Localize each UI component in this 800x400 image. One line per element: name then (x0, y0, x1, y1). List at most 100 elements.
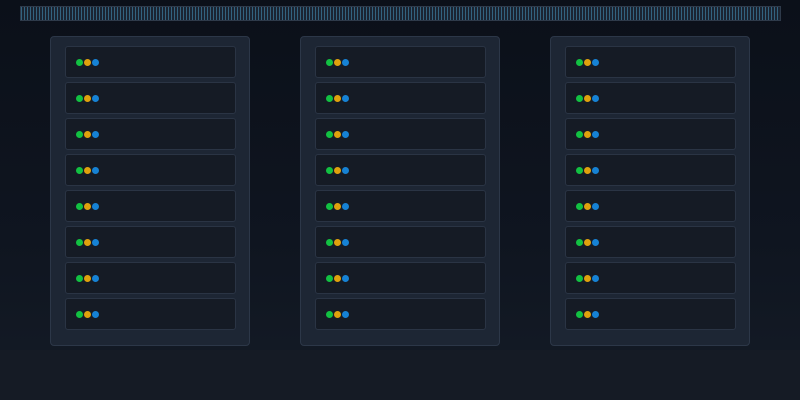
server-unit (565, 154, 736, 186)
status-leds (576, 203, 599, 210)
led-network-icon (592, 59, 599, 66)
led-network-icon (592, 95, 599, 102)
rack-units (565, 46, 736, 334)
led-network-icon (592, 275, 599, 282)
status-leds (326, 239, 349, 246)
led-power-icon (76, 167, 83, 174)
led-power-icon (326, 311, 333, 318)
status-leds (576, 167, 599, 174)
server-unit (315, 82, 486, 114)
led-activity-icon (84, 239, 91, 246)
led-network-icon (592, 239, 599, 246)
led-network-icon (92, 131, 99, 138)
led-activity-icon (334, 95, 341, 102)
led-activity-icon (84, 59, 91, 66)
status-leds (326, 203, 349, 210)
status-leds (326, 95, 349, 102)
server-unit (565, 262, 736, 294)
status-leds (326, 131, 349, 138)
status-leds (76, 131, 99, 138)
led-power-icon (76, 203, 83, 210)
status-leds (326, 59, 349, 66)
led-network-icon (342, 59, 349, 66)
led-network-icon (92, 95, 99, 102)
led-activity-icon (84, 275, 91, 282)
led-power-icon (326, 131, 333, 138)
server-unit (565, 46, 736, 78)
led-network-icon (92, 311, 99, 318)
status-leds (76, 59, 99, 66)
led-activity-icon (584, 203, 591, 210)
led-power-icon (76, 239, 83, 246)
floor (0, 350, 800, 400)
led-activity-icon (334, 275, 341, 282)
led-power-icon (576, 59, 583, 66)
led-activity-icon (584, 275, 591, 282)
status-leds (576, 275, 599, 282)
status-leds (76, 311, 99, 318)
status-leds (76, 167, 99, 174)
server-unit (565, 298, 736, 330)
server-unit (65, 118, 236, 150)
server-rack-1 (50, 36, 250, 346)
led-activity-icon (334, 167, 341, 174)
led-power-icon (326, 95, 333, 102)
server-unit (565, 118, 736, 150)
led-activity-icon (84, 131, 91, 138)
led-power-icon (76, 275, 83, 282)
led-power-icon (326, 275, 333, 282)
server-unit (65, 46, 236, 78)
led-activity-icon (84, 203, 91, 210)
led-network-icon (342, 95, 349, 102)
led-activity-icon (584, 239, 591, 246)
led-activity-icon (84, 167, 91, 174)
server-unit (315, 262, 486, 294)
led-network-icon (92, 59, 99, 66)
rack-units (65, 46, 236, 334)
server-unit (315, 298, 486, 330)
led-network-icon (592, 311, 599, 318)
server-unit (65, 298, 236, 330)
led-network-icon (342, 131, 349, 138)
led-activity-icon (334, 59, 341, 66)
status-leds (576, 239, 599, 246)
server-unit (315, 190, 486, 222)
status-leds (576, 95, 599, 102)
server-unit (65, 154, 236, 186)
led-activity-icon (334, 203, 341, 210)
status-leds (76, 95, 99, 102)
led-power-icon (576, 131, 583, 138)
led-power-icon (576, 203, 583, 210)
server-unit (65, 82, 236, 114)
status-leds (76, 275, 99, 282)
led-activity-icon (334, 311, 341, 318)
server-unit (315, 46, 486, 78)
led-power-icon (76, 311, 83, 318)
led-activity-icon (584, 167, 591, 174)
led-network-icon (342, 311, 349, 318)
led-network-icon (592, 167, 599, 174)
server-unit (565, 82, 736, 114)
server-rack-2 (300, 36, 500, 346)
led-network-icon (92, 239, 99, 246)
server-unit (65, 190, 236, 222)
led-activity-icon (584, 311, 591, 318)
led-network-icon (92, 167, 99, 174)
server-unit (565, 190, 736, 222)
rack-units (315, 46, 486, 334)
led-network-icon (342, 203, 349, 210)
led-power-icon (326, 59, 333, 66)
status-leds (76, 239, 99, 246)
server-unit (65, 226, 236, 258)
server-unit (315, 154, 486, 186)
led-power-icon (326, 203, 333, 210)
led-power-icon (76, 131, 83, 138)
led-power-icon (326, 167, 333, 174)
led-power-icon (576, 95, 583, 102)
status-leds (76, 203, 99, 210)
led-power-icon (76, 59, 83, 66)
led-power-icon (576, 239, 583, 246)
led-activity-icon (84, 95, 91, 102)
status-leds (326, 311, 349, 318)
server-unit (315, 118, 486, 150)
